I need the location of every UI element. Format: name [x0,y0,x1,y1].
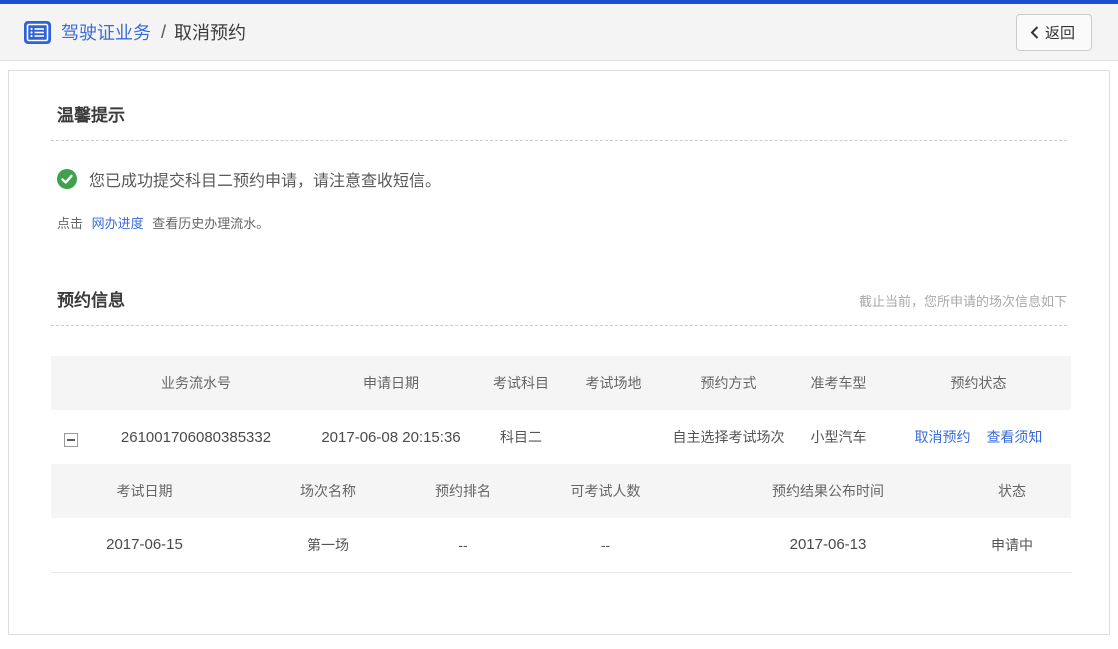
chevron-left-icon [1030,26,1039,39]
vehicle-type-cell: 小型汽车 [791,410,886,464]
col-status: 预约状态 [886,356,1071,410]
col-capacity: 可考试人数 [508,464,703,518]
session-status-cell: 申请中 [953,518,1071,572]
col-venue: 考试场地 [561,356,666,410]
session-name-cell: 第一场 [238,518,418,572]
expand-cell [51,410,91,464]
cancel-appointment-link[interactable]: 取消预约 [915,429,971,445]
col-apply-date: 申请日期 [301,356,481,410]
booking-section-header: 预约信息 截止当前，您所申请的场次信息如下 [51,272,1067,326]
serial-cell: 261001706080385332 [91,410,301,464]
success-message: 您已成功提交科目二预约申请，请注意查收短信。 [89,167,441,191]
col-subject: 考试科目 [481,356,561,410]
breadcrumb-separator: / [161,22,166,43]
tips-section-header: 温馨提示 [51,87,1067,141]
session-table-header-row: 考试日期 场次名称 预约排名 可考试人数 预约结果公布时间 状态 [51,464,1071,518]
session-row: 2017-06-15 第一场 -- -- 2017-06-13 申请中 [51,518,1071,572]
breadcrumb: 驾驶证业务 / 取消预约 [24,19,1016,45]
result-publish-cell: 2017-06-13 [703,518,953,572]
success-message-row: 您已成功提交科目二预约申请，请注意查收短信。 [57,167,1067,191]
success-check-icon [57,169,77,189]
col-expand [51,356,91,410]
online-progress-link[interactable]: 网办进度 [92,216,144,231]
col-session-name: 场次名称 [238,464,418,518]
progress-hint-prefix: 点击 [57,216,83,231]
col-exam-date: 考试日期 [51,464,238,518]
status-actions-cell: 取消预约 查看须知 [886,410,1071,464]
back-button[interactable]: 返回 [1016,14,1092,51]
breadcrumb-driver-license-business[interactable]: 驾驶证业务 [61,19,151,45]
list-icon [24,21,51,44]
col-method: 预约方式 [666,356,791,410]
col-session-status: 状态 [953,464,1071,518]
progress-hint: 点击 网办进度 查看历史办理流水。 [57,213,1067,232]
booking-title: 预约信息 [57,286,125,311]
progress-hint-suffix: 查看历史办理流水。 [152,216,269,231]
col-vehicle-type: 准考车型 [791,356,886,410]
collapse-toggle-icon[interactable] [64,433,78,447]
booking-table-header-row: 业务流水号 申请日期 考试科目 考试场地 预约方式 准考车型 预约状态 [51,356,1071,410]
col-serial: 业务流水号 [91,356,301,410]
apply-date-cell: 2017-06-08 20:15:36 [301,410,481,464]
method-cell: 自主选择考试场次 [666,410,791,464]
col-rank: 预约排名 [418,464,508,518]
tips-title: 温馨提示 [57,101,125,126]
subject-cell: 科目二 [481,410,561,464]
col-result-publish: 预约结果公布时间 [703,464,953,518]
venue-cell [561,410,666,464]
session-sub-table: 考试日期 场次名称 预约排名 可考试人数 预约结果公布时间 状态 2017-06… [51,464,1071,573]
breadcrumb-cancel-appointment: 取消预约 [174,19,246,45]
booking-subtitle: 截止当前，您所申请的场次信息如下 [859,291,1067,310]
rank-cell: -- [418,518,508,572]
back-button-label: 返回 [1045,22,1075,43]
capacity-cell: -- [508,518,703,572]
view-notice-link[interactable]: 查看须知 [986,429,1042,445]
booking-table: 业务流水号 申请日期 考试科目 考试场地 预约方式 准考车型 预约状态 2610… [51,356,1071,464]
main-panel: 温馨提示 您已成功提交科目二预约申请，请注意查收短信。 点击 网办进度 查看历史… [8,70,1110,635]
exam-date-cell: 2017-06-15 [51,518,238,572]
booking-row: 261001706080385332 2017-06-08 20:15:36 科… [51,410,1071,464]
header-bar: 驾驶证业务 / 取消预约 返回 [0,4,1118,61]
